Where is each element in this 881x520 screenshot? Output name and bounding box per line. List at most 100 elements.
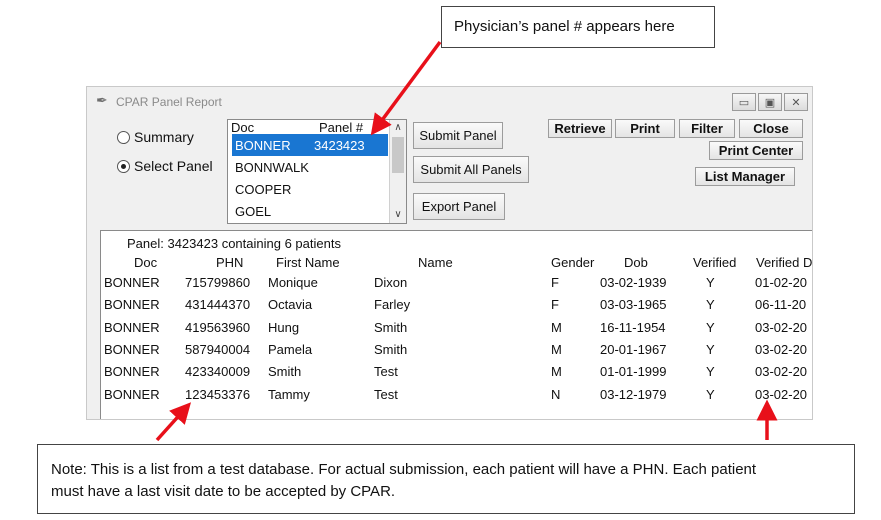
print-center-button[interactable]: Print Center [709, 141, 803, 160]
cell-verified: Y [706, 297, 715, 312]
callout-panel-number-text: Physician’s panel # appears here [454, 18, 675, 35]
cell-phn: 419563960 [185, 320, 251, 335]
scroll-thumb[interactable] [392, 137, 404, 173]
cell-verified: Y [706, 275, 715, 290]
cpar-panel-report-window: ✒ CPAR Panel Report ▭ ▣ ✕ Summary Select… [86, 86, 813, 420]
list-header-panel: Panel # [319, 120, 364, 135]
list-item-doc: BONNWALK [235, 160, 309, 175]
cell-name: Farley [374, 297, 411, 312]
cell-verified: Y [706, 320, 715, 335]
window-title: CPAR Panel Report [116, 95, 222, 109]
col-header-dob: Dob [624, 255, 648, 270]
scroll-up-icon[interactable]: ∧ [390, 121, 406, 135]
list-item-cooper[interactable]: COOPER [232, 178, 388, 200]
cell-dob: 03-02-1939 [600, 275, 667, 290]
cell-dob: 03-12-1979 [600, 387, 667, 402]
retrieve-button[interactable]: Retrieve [548, 119, 612, 138]
cell-first-name: Monique [268, 275, 318, 290]
doctor-panel-list[interactable]: Doc Panel # BONNER 3423423 BONNWALK COOP… [227, 119, 407, 224]
table-row[interactable]: BONNER 123453376 Tammy Test N 03-12-1979… [101, 387, 812, 409]
cell-name: Dixon [374, 275, 408, 290]
filter-button[interactable]: Filter [679, 119, 735, 138]
list-header-doc: Doc [231, 120, 255, 135]
callout-note-line-1: Note: This is a list from a test databas… [51, 461, 757, 478]
submit-all-panels-label: Submit All Panels [420, 162, 522, 177]
cell-verified-date: 03-02-20 [755, 342, 808, 357]
cell-dob: 03-03-1965 [600, 297, 667, 312]
cell-verified-date: 03-02-20 [755, 320, 808, 335]
callout-note: Note: This is a list from a test databas… [37, 444, 855, 514]
cell-dob: 16-11-1954 [600, 320, 666, 335]
col-header-verified: Verified [693, 255, 737, 270]
cell-verified-date: 03-02-20 [755, 387, 808, 402]
cell-first-name: Pamela [268, 342, 313, 357]
list-item-goel[interactable]: GOEL [232, 200, 388, 222]
close-window-button[interactable]: ✕ [784, 93, 808, 111]
retrieve-label: Retrieve [554, 121, 606, 136]
window-controls: ▭ ▣ ✕ [732, 93, 808, 111]
close-label: Close [753, 121, 789, 136]
cell-doc: BONNER [104, 364, 160, 379]
table-row[interactable]: BONNER 715799860 Monique Dixon F 03-02-1… [101, 275, 812, 297]
print-center-label: Print Center [718, 143, 794, 158]
maximize-icon: ▣ [764, 95, 776, 109]
table-row[interactable]: BONNER 431444370 Octavia Farley F 03-03-… [101, 297, 812, 319]
table-row[interactable]: BONNER 419563960 Hung Smith M 16-11-1954… [101, 320, 812, 342]
app-icon: ✒ [96, 93, 108, 109]
col-header-gender: Gender [551, 255, 595, 270]
cell-doc: BONNER [104, 387, 160, 402]
cell-first-name: Hung [268, 320, 300, 335]
cell-verified-date: 01-02-20 [755, 275, 808, 290]
cell-gender: N [551, 387, 561, 402]
table-row[interactable]: BONNER 423340009 Smith Test M 01-01-1999… [101, 364, 812, 386]
list-item-doc: GOEL [235, 204, 272, 219]
cell-dob: 01-01-1999 [600, 364, 667, 379]
print-button[interactable]: Print [615, 119, 675, 138]
cell-name: Test [374, 364, 398, 379]
list-item-bonnwalk[interactable]: BONNWALK [232, 156, 388, 178]
cell-doc: BONNER [104, 342, 160, 357]
radio-select-panel-dot[interactable] [117, 159, 130, 173]
cell-gender: M [551, 364, 562, 379]
minimize-icon: ▭ [738, 95, 750, 109]
submit-panel-button[interactable]: Submit Panel [413, 122, 503, 149]
radio-summary-dot[interactable] [117, 130, 130, 144]
col-header-phn: PHN [216, 255, 244, 270]
cell-dob: 20-01-1967 [600, 342, 667, 357]
cell-verified-date: 06-11-20 [755, 297, 807, 312]
radio-select-panel-label: Select Panel [134, 158, 213, 174]
close-button[interactable]: Close [739, 119, 803, 138]
callout-note-line-2: must have a last visit date to be accept… [51, 483, 396, 500]
panel-summary: Panel: 3423423 containing 6 patients [127, 236, 341, 251]
cell-name: Smith [374, 342, 408, 357]
heading-fragment: g [88, 0, 128, 4]
col-header-name: Name [418, 255, 453, 270]
submit-all-panels-button[interactable]: Submit All Panels [413, 156, 529, 183]
cell-first-name: Tammy [268, 387, 310, 402]
cell-gender: M [551, 342, 562, 357]
radio-select-panel[interactable]: Select Panel [117, 158, 213, 174]
cell-phn: 587940004 [185, 342, 251, 357]
list-item-doc: COOPER [235, 182, 292, 197]
cell-doc: BONNER [104, 297, 160, 312]
col-header-verified-date: Verified D [756, 255, 813, 270]
list-scrollbar[interactable]: ∧ ∨ [389, 120, 406, 223]
export-panel-button[interactable]: Export Panel [413, 193, 505, 220]
title-bar[interactable]: ✒ CPAR Panel Report ▭ ▣ ✕ [87, 87, 812, 115]
list-manager-label: List Manager [704, 169, 786, 184]
minimize-button[interactable]: ▭ [732, 93, 756, 111]
cell-name: Smith [374, 320, 408, 335]
cell-phn: 431444370 [185, 297, 251, 312]
radio-summary[interactable]: Summary [117, 129, 194, 145]
cell-name: Test [374, 387, 398, 402]
maximize-button[interactable]: ▣ [758, 93, 782, 111]
close-icon: ✕ [791, 95, 801, 109]
cell-doc: BONNER [104, 275, 160, 290]
scroll-down-icon[interactable]: ∨ [390, 208, 406, 222]
list-header: Doc Panel # [228, 120, 388, 135]
cell-verified: Y [706, 364, 715, 379]
list-item-bonner[interactable]: BONNER 3423423 [232, 134, 388, 156]
table-row[interactable]: BONNER 587940004 Pamela Smith M 20-01-19… [101, 342, 812, 364]
cell-verified-date: 03-02-20 [755, 364, 808, 379]
list-manager-button[interactable]: List Manager [695, 167, 795, 186]
